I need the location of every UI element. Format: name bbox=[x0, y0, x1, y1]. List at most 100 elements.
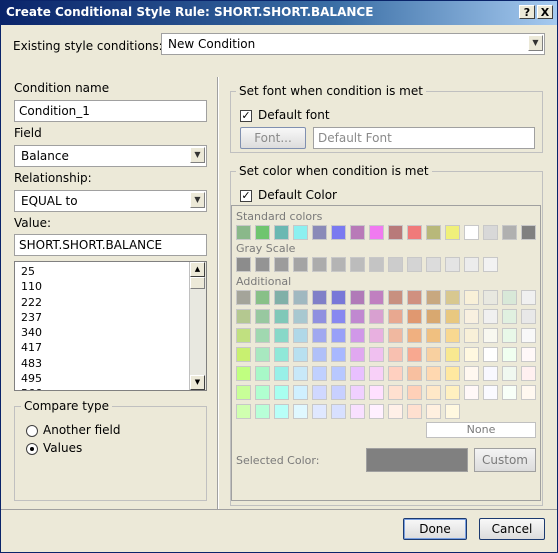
color-swatch[interactable] bbox=[388, 328, 403, 343]
color-swatch[interactable] bbox=[445, 225, 460, 240]
color-swatch[interactable] bbox=[407, 385, 422, 400]
color-swatch[interactable] bbox=[350, 290, 365, 305]
color-swatch[interactable] bbox=[293, 385, 308, 400]
color-swatch[interactable] bbox=[464, 225, 479, 240]
values-scrollbar[interactable]: ▲ ▼ bbox=[189, 262, 206, 390]
color-swatch[interactable] bbox=[350, 347, 365, 362]
color-swatch[interactable] bbox=[331, 385, 346, 400]
color-swatch[interactable] bbox=[274, 366, 289, 381]
color-swatch[interactable] bbox=[331, 366, 346, 381]
color-swatch[interactable] bbox=[293, 309, 308, 324]
color-swatch[interactable] bbox=[445, 385, 460, 400]
color-swatch[interactable] bbox=[426, 309, 441, 324]
color-swatch[interactable] bbox=[464, 290, 479, 305]
chevron-down-icon[interactable]: ▼ bbox=[528, 35, 543, 51]
color-swatch[interactable] bbox=[236, 347, 251, 362]
cancel-button[interactable]: Cancel bbox=[479, 518, 545, 540]
radio-another-field[interactable] bbox=[26, 425, 38, 437]
color-swatch[interactable] bbox=[502, 366, 517, 381]
color-swatch[interactable] bbox=[521, 328, 536, 343]
color-swatch[interactable] bbox=[293, 257, 308, 272]
color-swatch[interactable] bbox=[293, 225, 308, 240]
color-swatch[interactable] bbox=[407, 404, 422, 419]
color-swatch[interactable] bbox=[445, 290, 460, 305]
color-swatch[interactable] bbox=[521, 385, 536, 400]
color-swatch[interactable] bbox=[255, 257, 270, 272]
color-swatch[interactable] bbox=[350, 366, 365, 381]
color-swatch[interactable] bbox=[502, 309, 517, 324]
color-swatch[interactable] bbox=[502, 225, 517, 240]
color-swatch[interactable] bbox=[312, 225, 327, 240]
color-swatch[interactable] bbox=[521, 366, 536, 381]
color-swatch[interactable] bbox=[331, 257, 346, 272]
help-button[interactable]: ? bbox=[519, 5, 535, 19]
color-swatch[interactable] bbox=[312, 309, 327, 324]
color-swatch[interactable] bbox=[236, 404, 251, 419]
scroll-thumb[interactable] bbox=[190, 277, 205, 289]
color-swatch[interactable] bbox=[331, 290, 346, 305]
color-swatch[interactable] bbox=[369, 290, 384, 305]
list-item[interactable]: 222 bbox=[15, 295, 187, 310]
none-color-button[interactable]: None bbox=[426, 422, 536, 438]
color-swatch[interactable] bbox=[350, 309, 365, 324]
color-swatch[interactable] bbox=[369, 347, 384, 362]
color-swatch[interactable] bbox=[293, 347, 308, 362]
color-swatch[interactable] bbox=[445, 328, 460, 343]
color-swatch[interactable] bbox=[369, 366, 384, 381]
color-swatch[interactable] bbox=[521, 347, 536, 362]
font-button[interactable]: Font... bbox=[240, 127, 306, 149]
chevron-down-icon[interactable]: ▼ bbox=[190, 192, 205, 208]
default-color-checkbox[interactable]: ✓ bbox=[240, 190, 252, 202]
color-swatch[interactable] bbox=[274, 385, 289, 400]
list-item[interactable]: 483 bbox=[15, 356, 187, 371]
chevron-down-icon[interactable]: ▼ bbox=[190, 147, 205, 163]
color-swatch[interactable] bbox=[502, 385, 517, 400]
default-font-checkbox[interactable]: ✓ bbox=[240, 110, 252, 122]
list-item[interactable]: 566 bbox=[15, 386, 187, 390]
color-swatch[interactable] bbox=[388, 309, 403, 324]
color-swatch[interactable] bbox=[255, 366, 270, 381]
existing-conditions-select[interactable]: New Condition ▼ bbox=[161, 33, 545, 55]
color-swatch[interactable] bbox=[274, 328, 289, 343]
color-swatch[interactable] bbox=[331, 347, 346, 362]
color-swatch[interactable] bbox=[293, 290, 308, 305]
color-swatch[interactable] bbox=[483, 328, 498, 343]
color-swatch[interactable] bbox=[426, 257, 441, 272]
color-swatch[interactable] bbox=[236, 225, 251, 240]
scroll-up-icon[interactable]: ▲ bbox=[190, 262, 205, 277]
custom-color-button[interactable]: Custom bbox=[474, 448, 536, 472]
done-button[interactable]: Done bbox=[403, 518, 467, 540]
color-swatch[interactable] bbox=[312, 257, 327, 272]
color-swatch[interactable] bbox=[464, 347, 479, 362]
default-color-label[interactable]: Default Color bbox=[258, 188, 337, 202]
color-swatch[interactable] bbox=[483, 257, 498, 272]
color-swatch[interactable] bbox=[407, 225, 422, 240]
color-swatch[interactable] bbox=[388, 225, 403, 240]
color-swatch[interactable] bbox=[502, 290, 517, 305]
color-swatch[interactable] bbox=[388, 385, 403, 400]
color-swatch[interactable] bbox=[464, 366, 479, 381]
color-swatch[interactable] bbox=[464, 309, 479, 324]
color-swatch[interactable] bbox=[445, 309, 460, 324]
color-swatch[interactable] bbox=[483, 309, 498, 324]
relationship-select[interactable]: EQUAL to ▼ bbox=[14, 190, 207, 212]
color-swatch[interactable] bbox=[369, 225, 384, 240]
color-swatch[interactable] bbox=[483, 385, 498, 400]
list-item[interactable]: 110 bbox=[15, 279, 187, 294]
color-swatch[interactable] bbox=[331, 309, 346, 324]
radio-values-label[interactable]: Values bbox=[43, 441, 82, 455]
color-swatch[interactable] bbox=[293, 328, 308, 343]
color-swatch[interactable] bbox=[274, 257, 289, 272]
value-input[interactable]: SHORT.SHORT.BALANCE bbox=[14, 234, 207, 256]
color-swatch[interactable] bbox=[274, 347, 289, 362]
color-swatch[interactable] bbox=[312, 328, 327, 343]
field-select[interactable]: Balance ▼ bbox=[14, 145, 207, 167]
color-swatch[interactable] bbox=[407, 366, 422, 381]
color-swatch[interactable] bbox=[274, 225, 289, 240]
list-item[interactable]: 495 bbox=[15, 371, 187, 386]
color-swatch[interactable] bbox=[464, 328, 479, 343]
color-swatch[interactable] bbox=[369, 309, 384, 324]
color-swatch[interactable] bbox=[293, 404, 308, 419]
list-item[interactable]: 417 bbox=[15, 340, 187, 355]
color-swatch[interactable] bbox=[426, 290, 441, 305]
